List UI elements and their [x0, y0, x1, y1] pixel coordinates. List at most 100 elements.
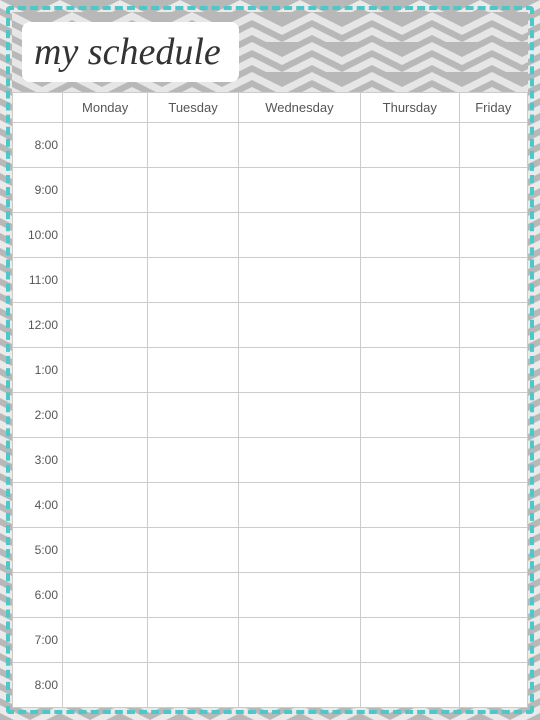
schedule-cell[interactable]: [361, 438, 460, 483]
schedule-cell[interactable]: [63, 258, 148, 303]
schedule-cell[interactable]: [148, 438, 239, 483]
schedule-cell[interactable]: [148, 213, 239, 258]
schedule-cell[interactable]: [63, 168, 148, 213]
schedule-cell[interactable]: [361, 393, 460, 438]
schedule-cell[interactable]: [148, 483, 239, 528]
schedule-cell[interactable]: [238, 438, 360, 483]
schedule-cell[interactable]: [238, 483, 360, 528]
col-friday: Friday: [459, 93, 527, 123]
schedule-cell[interactable]: [238, 663, 360, 708]
time-row: 8:00: [13, 663, 528, 708]
schedule-cell[interactable]: [148, 348, 239, 393]
schedule-cell[interactable]: [148, 168, 239, 213]
schedule-cell[interactable]: [459, 348, 527, 393]
schedule-cell[interactable]: [63, 123, 148, 168]
schedule-cell[interactable]: [148, 618, 239, 663]
schedule-cell[interactable]: [361, 348, 460, 393]
schedule-cell[interactable]: [63, 528, 148, 573]
schedule-cell[interactable]: [361, 168, 460, 213]
schedule-cell[interactable]: [148, 123, 239, 168]
time-row: 5:00: [13, 528, 528, 573]
time-label: 2:00: [13, 393, 63, 438]
time-row: 9:00: [13, 168, 528, 213]
schedule-cell[interactable]: [361, 573, 460, 618]
schedule-table: Monday Tuesday Wednesday Thursday Friday…: [12, 92, 528, 708]
header-row: Monday Tuesday Wednesday Thursday Friday: [13, 93, 528, 123]
schedule-cell[interactable]: [148, 663, 239, 708]
schedule-cell[interactable]: [459, 123, 527, 168]
schedule-cell[interactable]: [459, 213, 527, 258]
time-label: 8:00: [13, 123, 63, 168]
time-row: 12:00: [13, 303, 528, 348]
col-monday: Monday: [63, 93, 148, 123]
time-row: 2:00: [13, 393, 528, 438]
time-row: 4:00: [13, 483, 528, 528]
schedule-cell[interactable]: [148, 258, 239, 303]
schedule-cell[interactable]: [459, 438, 527, 483]
schedule-cell[interactable]: [148, 528, 239, 573]
outer-border: my schedule Monday Tuesday Wednesday Thu…: [0, 0, 540, 720]
page-title: my schedule: [34, 30, 221, 74]
time-label: 5:00: [13, 528, 63, 573]
schedule-cell[interactable]: [63, 303, 148, 348]
schedule-cell[interactable]: [238, 393, 360, 438]
title-box: my schedule: [22, 22, 239, 82]
schedule-cell[interactable]: [459, 168, 527, 213]
schedule-cell[interactable]: [361, 618, 460, 663]
time-label: 10:00: [13, 213, 63, 258]
schedule-cell[interactable]: [459, 258, 527, 303]
schedule-cell[interactable]: [63, 573, 148, 618]
schedule-cell[interactable]: [63, 393, 148, 438]
time-row: 11:00: [13, 258, 528, 303]
schedule-cell[interactable]: [148, 573, 239, 618]
time-row: 1:00: [13, 348, 528, 393]
time-label: 1:00: [13, 348, 63, 393]
schedule-cell[interactable]: [361, 123, 460, 168]
time-header: [13, 93, 63, 123]
schedule-cell[interactable]: [63, 618, 148, 663]
schedule-cell[interactable]: [63, 213, 148, 258]
schedule-cell[interactable]: [459, 573, 527, 618]
schedule-cell[interactable]: [63, 438, 148, 483]
schedule-cell[interactable]: [361, 213, 460, 258]
schedule-cell[interactable]: [459, 663, 527, 708]
schedule-cell[interactable]: [238, 168, 360, 213]
schedule-cell[interactable]: [459, 618, 527, 663]
schedule-grid: Monday Tuesday Wednesday Thursday Friday…: [12, 92, 528, 708]
schedule-cell[interactable]: [459, 483, 527, 528]
schedule-cell[interactable]: [459, 528, 527, 573]
col-thursday: Thursday: [361, 93, 460, 123]
schedule-cell[interactable]: [148, 393, 239, 438]
schedule-cell[interactable]: [63, 663, 148, 708]
schedule-cell[interactable]: [238, 123, 360, 168]
time-label: 6:00: [13, 573, 63, 618]
schedule-cell[interactable]: [238, 258, 360, 303]
schedule-cell[interactable]: [238, 573, 360, 618]
time-label: 11:00: [13, 258, 63, 303]
time-row: 3:00: [13, 438, 528, 483]
schedule-cell[interactable]: [361, 528, 460, 573]
time-label: 9:00: [13, 168, 63, 213]
schedule-cell[interactable]: [238, 213, 360, 258]
schedule-cell[interactable]: [459, 393, 527, 438]
schedule-cell[interactable]: [63, 348, 148, 393]
col-wednesday: Wednesday: [238, 93, 360, 123]
time-label: 7:00: [13, 618, 63, 663]
schedule-cell[interactable]: [238, 618, 360, 663]
schedule-cell[interactable]: [148, 303, 239, 348]
schedule-cell[interactable]: [361, 303, 460, 348]
schedule-cell[interactable]: [361, 258, 460, 303]
time-label: 8:00: [13, 663, 63, 708]
schedule-cell[interactable]: [63, 483, 148, 528]
time-row: 6:00: [13, 573, 528, 618]
col-tuesday: Tuesday: [148, 93, 239, 123]
time-row: 10:00: [13, 213, 528, 258]
schedule-cell[interactable]: [238, 348, 360, 393]
time-label: 3:00: [13, 438, 63, 483]
schedule-cell[interactable]: [238, 528, 360, 573]
schedule-cell[interactable]: [459, 303, 527, 348]
schedule-cell[interactable]: [361, 663, 460, 708]
time-label: 12:00: [13, 303, 63, 348]
schedule-cell[interactable]: [361, 483, 460, 528]
schedule-cell[interactable]: [238, 303, 360, 348]
